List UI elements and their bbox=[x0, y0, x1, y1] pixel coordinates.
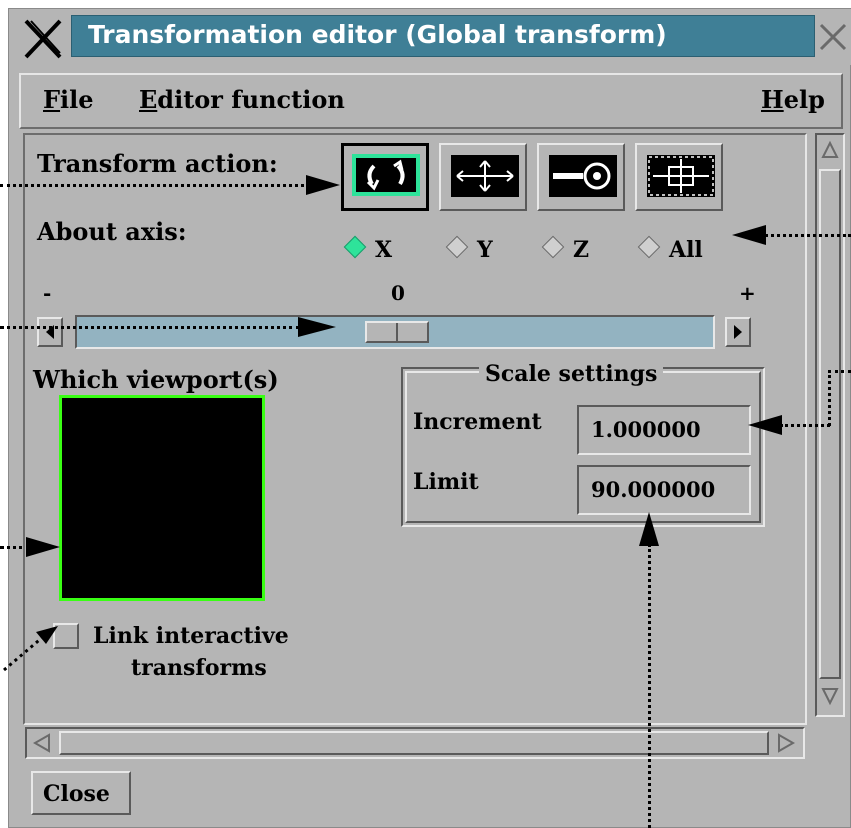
scroll-left-arrow[interactable] bbox=[29, 731, 55, 755]
limit-field[interactable]: 90.000000 bbox=[577, 465, 751, 515]
callout-line-axis bbox=[760, 234, 851, 237]
scroll-down-arrow[interactable] bbox=[819, 683, 841, 709]
viewport-label: Which viewport(s) bbox=[33, 365, 279, 394]
scale-settings-title: Scale settings bbox=[479, 361, 664, 387]
axis-z-label: Z bbox=[573, 237, 590, 263]
arrow-down-icon bbox=[821, 688, 839, 706]
transform-action-label: Transform action: bbox=[37, 149, 278, 178]
link-label-line1: Link interactive bbox=[93, 623, 289, 649]
callout-line-increment bbox=[780, 424, 830, 427]
radio-icon bbox=[637, 235, 661, 259]
title-bar: Transformation editor (Global transform) bbox=[9, 9, 851, 65]
axis-y-radio[interactable]: Y bbox=[445, 235, 493, 263]
axis-x-label: X bbox=[375, 237, 393, 263]
menu-file[interactable]: File bbox=[43, 85, 94, 114]
link-label-line2: transforms bbox=[131, 655, 267, 681]
callout-line-slider bbox=[0, 326, 300, 329]
slider-max-label: + bbox=[739, 281, 756, 305]
horizontal-scrollbar[interactable] bbox=[25, 727, 805, 759]
rotate-icon bbox=[352, 154, 420, 196]
axis-all-radio[interactable]: All bbox=[637, 235, 703, 263]
close-button[interactable]: Close bbox=[31, 771, 131, 815]
arrow-left-icon bbox=[32, 733, 50, 753]
arrow-right-icon bbox=[26, 537, 60, 557]
scroll-up-arrow[interactable] bbox=[819, 137, 841, 163]
close-icon[interactable] bbox=[817, 21, 849, 53]
flip-button[interactable] bbox=[635, 143, 723, 211]
viewport-selector[interactable] bbox=[59, 395, 265, 601]
slider-thumb[interactable] bbox=[365, 321, 429, 343]
callout-line-increment-top bbox=[828, 370, 851, 373]
arrow-up-icon bbox=[821, 140, 839, 158]
flip-icon bbox=[647, 155, 715, 197]
callout-line-increment-vertical bbox=[828, 370, 831, 426]
arrow-right-icon bbox=[306, 175, 340, 195]
increment-field[interactable]: 1.000000 bbox=[577, 405, 751, 455]
radio-selected-icon bbox=[343, 235, 367, 259]
arrow-left-icon bbox=[46, 325, 54, 339]
arrow-right-icon bbox=[778, 733, 796, 753]
menu-editor-function[interactable]: Editor function bbox=[139, 85, 345, 114]
callout-line-transform bbox=[0, 184, 310, 187]
transformation-editor-window: Transformation editor (Global transform)… bbox=[8, 8, 851, 828]
scroll-right-arrow[interactable] bbox=[773, 731, 799, 755]
title-band: Transformation editor (Global transform) bbox=[71, 15, 815, 57]
x-logo-icon[interactable] bbox=[23, 19, 63, 59]
radio-icon bbox=[541, 235, 565, 259]
scale-icon bbox=[549, 155, 617, 197]
arrow-right-icon bbox=[734, 325, 742, 339]
menu-help[interactable]: Help bbox=[761, 85, 825, 114]
slider-right-arrow[interactable] bbox=[725, 317, 751, 347]
axis-x-radio[interactable]: X bbox=[343, 235, 393, 263]
rotate-button[interactable] bbox=[341, 143, 429, 211]
translate-icon bbox=[451, 155, 519, 197]
slider-min-label: - bbox=[43, 281, 52, 305]
arrow-left-icon bbox=[748, 415, 782, 435]
axis-y-label: Y bbox=[477, 237, 493, 263]
scale-button[interactable] bbox=[537, 143, 625, 211]
increment-label: Increment bbox=[413, 409, 542, 435]
horizontal-scroll-thumb[interactable] bbox=[59, 731, 769, 755]
slider-trough[interactable] bbox=[75, 315, 715, 349]
callout-line-link bbox=[3, 626, 58, 672]
axis-all-label: All bbox=[669, 237, 703, 263]
menu-bar: File Editor function Help bbox=[19, 73, 843, 129]
limit-label: Limit bbox=[413, 469, 479, 495]
arrow-up-icon bbox=[639, 512, 659, 546]
radio-icon bbox=[445, 235, 469, 259]
window-title: Transformation editor (Global transform) bbox=[88, 20, 667, 49]
callout-line-limit bbox=[648, 544, 651, 828]
axis-z-radio[interactable]: Z bbox=[541, 235, 590, 263]
translate-button[interactable] bbox=[439, 143, 527, 211]
arrow-left-icon bbox=[732, 225, 766, 245]
arrow-right-icon bbox=[298, 317, 336, 337]
slider-value-label: 0 bbox=[391, 281, 405, 305]
slider-left-arrow[interactable] bbox=[37, 317, 63, 347]
about-axis-label: About axis: bbox=[37, 217, 187, 246]
